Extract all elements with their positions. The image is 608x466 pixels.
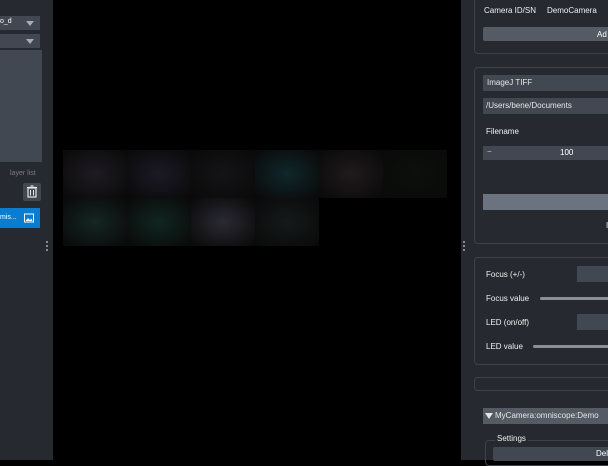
add-button[interactable]: Ad	[483, 27, 608, 41]
count-stepper[interactable]: − 100	[483, 146, 608, 160]
focus-label: Focus (+/-)	[486, 270, 525, 279]
image-tile	[63, 198, 127, 246]
empty-group	[474, 377, 608, 391]
delete-layer-button[interactable]	[23, 183, 41, 201]
trash-icon	[27, 185, 37, 198]
resize-handle[interactable]	[463, 241, 466, 253]
image-tile	[255, 150, 319, 198]
path-input[interactable]: /Users/bene/Documents	[483, 98, 608, 114]
image-tile	[191, 198, 255, 246]
layer-controls-panel: o_d layer list mis...	[0, 0, 53, 460]
save-button[interactable]	[483, 194, 608, 210]
image-tile	[255, 198, 319, 246]
layer-item-label: mis...	[0, 214, 17, 221]
chevron-down-icon	[26, 39, 34, 44]
delete-button[interactable]: Dele	[493, 447, 608, 461]
image-tile	[127, 150, 191, 198]
settings-label: Settings	[495, 434, 528, 443]
stepper-value: 100	[560, 148, 574, 157]
resize-handle[interactable]	[46, 241, 49, 253]
camera-id-value[interactable]: DemoCamera	[547, 6, 597, 15]
led-button[interactable]	[577, 314, 608, 330]
blending-dropdown[interactable]: o_d	[0, 16, 40, 30]
format-dropdown[interactable]: ImageJ TIFF	[483, 75, 608, 91]
led-value-label: LED value	[486, 342, 523, 351]
focus-value-label: Focus value	[486, 294, 530, 303]
filename-label: Filename	[486, 127, 519, 136]
layer-list-label: layer list	[10, 170, 36, 177]
image-tile	[127, 198, 191, 246]
image-tile	[383, 150, 447, 198]
image-tile	[63, 150, 127, 198]
camera-tree-item[interactable]: MyCamera:omniscope:Demo	[483, 408, 608, 424]
focus-slider[interactable]	[540, 297, 608, 300]
focus-button[interactable]	[577, 266, 608, 282]
chevron-down-icon	[26, 21, 34, 26]
layer-controls-area	[0, 50, 42, 162]
camera-id-label: Camera ID/SN	[484, 6, 537, 15]
dock-widget-panel: Camera ID/SN DemoCamera Ad ImageJ TIFF /…	[461, 0, 608, 466]
triangle-down-icon	[485, 413, 493, 419]
minus-icon[interactable]: −	[487, 147, 492, 156]
layer-item[interactable]: mis...	[0, 208, 40, 228]
image-tile	[319, 150, 383, 198]
colormap-dropdown[interactable]	[0, 34, 40, 48]
image-tile	[191, 150, 255, 198]
led-label: LED (on/off)	[486, 318, 529, 327]
image-viewer-canvas[interactable]	[53, 0, 461, 460]
led-slider[interactable]	[533, 345, 608, 348]
image-tile-grid	[63, 150, 453, 246]
image-icon	[24, 213, 34, 223]
